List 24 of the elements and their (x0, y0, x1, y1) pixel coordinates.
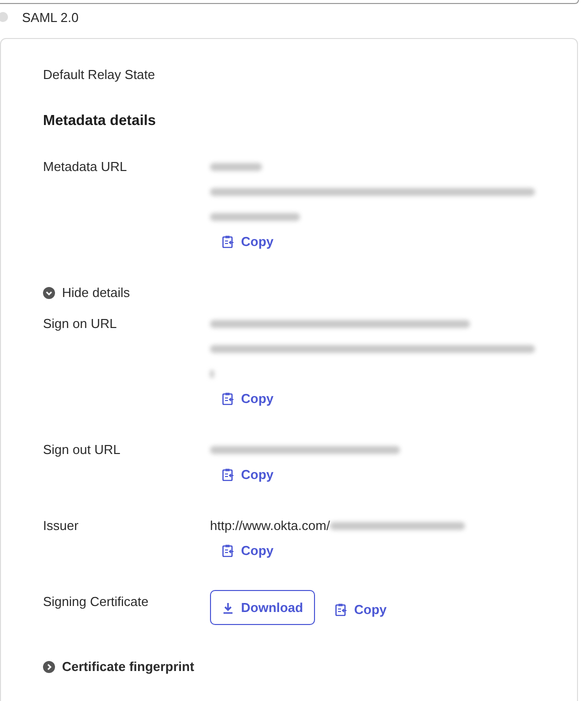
copy-button[interactable]: Copy (222, 467, 274, 482)
section-toggle[interactable]: Certificate fingerprint (43, 659, 194, 674)
details-toggle[interactable]: Hide details (43, 285, 130, 300)
option-label: SAML 2.0 (22, 10, 79, 24)
copy-button[interactable]: Copy (222, 543, 274, 558)
field-label: Metadata URL (43, 159, 128, 176)
field-label: Issuer (43, 518, 80, 535)
clipboard-icon (222, 392, 234, 405)
download-button[interactable]: Download (210, 590, 316, 625)
copy-button[interactable]: Copy (222, 234, 274, 249)
clipboard-icon (335, 603, 348, 616)
radio-button[interactable] (0, 12, 8, 22)
copy-button[interactable]: Copy (335, 602, 387, 617)
download-icon (222, 602, 234, 614)
section-title: Metadata details (43, 113, 157, 129)
copy-button[interactable]: Copy (222, 391, 274, 406)
field-value: http://www.okta.com/ (210, 518, 330, 534)
clipboard-icon (222, 544, 234, 557)
clipboard-icon (222, 468, 234, 481)
field-label: Sign on URL (43, 316, 118, 333)
clipboard-icon (222, 235, 234, 248)
field-label: Sign out URL (43, 442, 122, 459)
field-label: Default Relay State (43, 67, 156, 83)
field-label: Signing Certificate (43, 594, 150, 611)
